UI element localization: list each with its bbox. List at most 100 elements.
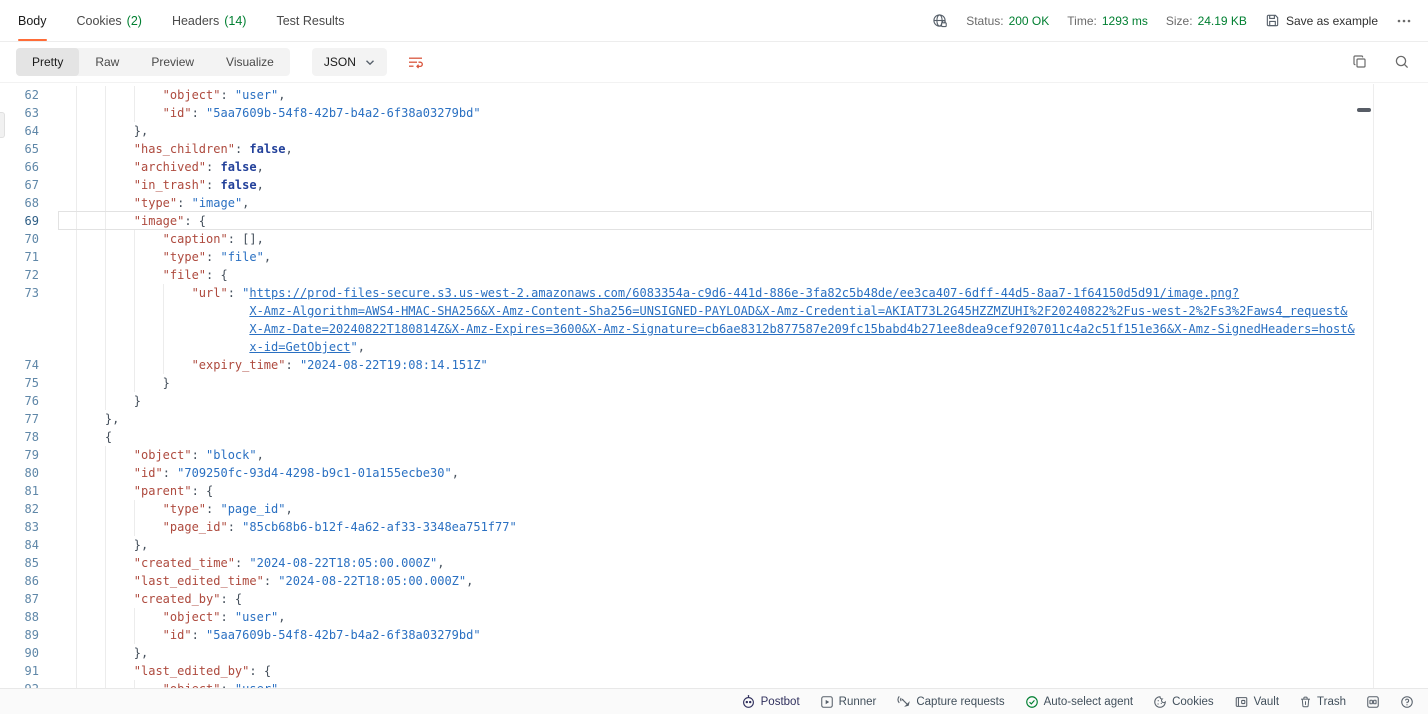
runner-button[interactable]: Runner [820,695,877,709]
indent-guide [76,248,105,266]
line-content: } [52,374,1373,392]
indent-guide [76,608,105,626]
trash-button[interactable]: Trash [1299,695,1346,709]
capture-requests-button[interactable]: Capture requests [896,694,1004,709]
line-number: 74 [0,356,52,374]
line-number: 79 [0,446,52,464]
capture-icon [896,694,911,709]
tab-test-results[interactable]: Test Results [276,0,344,41]
code-line: 79"object": "block", [0,446,1373,464]
url-link[interactable]: X-Amz-Algorithm=AWS4-HMAC-SHA256&X-Amz-C… [249,304,1347,318]
code-line: X-Amz-Algorithm=AWS4-HMAC-SHA256&X-Amz-C… [0,302,1373,320]
token-s: "5aa7609b-54f8-42b7-b4a2-6f38a03279bd" [206,106,481,120]
tab-body[interactable]: Body [18,0,47,41]
code-line: 66"archived": false, [0,158,1373,176]
tab-headers[interactable]: Headers(14) [172,0,246,41]
token-p: : [163,466,177,480]
code-line: 84}, [0,536,1373,554]
indent-guide [105,140,134,158]
language-select[interactable]: JSON [312,48,387,76]
more-options-button[interactable] [1396,14,1412,28]
collapsed-panel-handle[interactable] [0,112,5,138]
footer-status-bar: Postbot Runner Capture requests Auto-select… [0,688,1428,714]
wrap-lines-button[interactable] [407,54,424,70]
status-value: 200 OK [1009,14,1050,28]
token-p: , [264,250,271,264]
indent-guide [105,302,134,320]
url-link[interactable]: X-Amz-Date=20240822T180814Z&X-Amz-Expire… [249,322,1354,336]
indent-guide [76,176,105,194]
line-content: { [52,428,1373,446]
indent-guide [105,212,134,230]
indent-guide [76,518,105,536]
url-link[interactable]: https://prod-files-secure.s3.us-west-2.a… [249,286,1239,300]
code-line: 76} [0,392,1373,410]
panel-layout-icon [1366,695,1380,709]
code-line: 88"object": "user", [0,608,1373,626]
line-content: "object": "user", [52,680,1373,688]
cookies-button[interactable]: Cookies [1153,695,1214,709]
token-p: : [], [228,232,264,246]
token-p: : [177,196,191,210]
token-p: : [264,574,278,588]
vertical-scrollbar-thumb[interactable] [1357,108,1371,112]
view-visualize[interactable]: Visualize [210,48,290,76]
url-link[interactable]: x-id=GetObject [249,340,350,354]
more-dots-icon [1396,14,1412,28]
token-k: "in_trash" [134,178,206,192]
token-p: : [235,142,249,156]
auto-select-agent-button[interactable]: Auto-select agent [1025,695,1134,709]
wrap-lines-icon [407,54,424,70]
code-line: 77}, [0,410,1373,428]
save-as-example-button[interactable]: Save as example [1265,13,1378,28]
indent-guide [134,230,163,248]
token-k: "object" [163,610,221,624]
copy-button[interactable] [1352,54,1368,70]
response-body-viewer[interactable]: 62"object": "user",63"id": "5aa7609b-54f… [0,84,1374,688]
indent-guide [76,284,105,302]
indent-guide [134,518,163,536]
indent-guide [105,662,134,680]
token-s: "85cb68b6-b12f-4a62-af33-3348ea751f77" [242,520,517,534]
line-content: x-id=GetObject", [52,338,1373,356]
token-b: false [249,142,285,156]
line-content: "page_id": "85cb68b6-b12f-4a62-af33-3348… [52,518,1373,536]
line-number: 73 [0,284,52,302]
token-p: , [452,466,459,480]
indent-guide [76,410,105,428]
indent-guide [105,392,134,410]
indent-guide [163,302,192,320]
token-s: "709250fc-93d4-4298-b9c1-01a155ecbe30" [177,466,452,480]
indent-guide [105,284,134,302]
indent-guide [76,338,105,356]
postbot-button[interactable]: Postbot [741,694,800,709]
view-pretty[interactable]: Pretty [16,48,79,76]
indent-guide [105,446,134,464]
vault-button[interactable]: Vault [1234,695,1279,709]
indent-guide [76,428,105,446]
trash-label: Trash [1317,696,1346,708]
indent-guide [134,266,163,284]
line-content: "file": { [52,266,1373,284]
response-tabs: Body Cookies(2) Headers(14) Test Results [18,0,345,41]
code-line: x-id=GetObject", [0,338,1373,356]
line-number: 92 [0,680,52,688]
panel-layout-button[interactable] [1366,695,1380,709]
indent-guide [105,194,134,212]
tab-label: Cookies [77,14,122,28]
view-raw[interactable]: Raw [79,48,135,76]
token-s: "page_id" [220,502,285,516]
network-info-button[interactable] [932,13,948,29]
indent-guide [134,680,163,688]
indent-guide [105,464,134,482]
search-button[interactable] [1394,54,1410,70]
indent-guide [76,212,105,230]
view-preview[interactable]: Preview [135,48,210,76]
token-s: "block" [206,448,257,462]
token-k: "file" [163,268,206,282]
help-button[interactable] [1400,695,1414,709]
capture-requests-label: Capture requests [916,696,1004,708]
token-s: "user" [235,610,278,624]
tab-cookies[interactable]: Cookies(2) [77,0,142,41]
response-tabs-row: BodyCookies(2)Headers(14)Test Results St… [0,0,1428,42]
